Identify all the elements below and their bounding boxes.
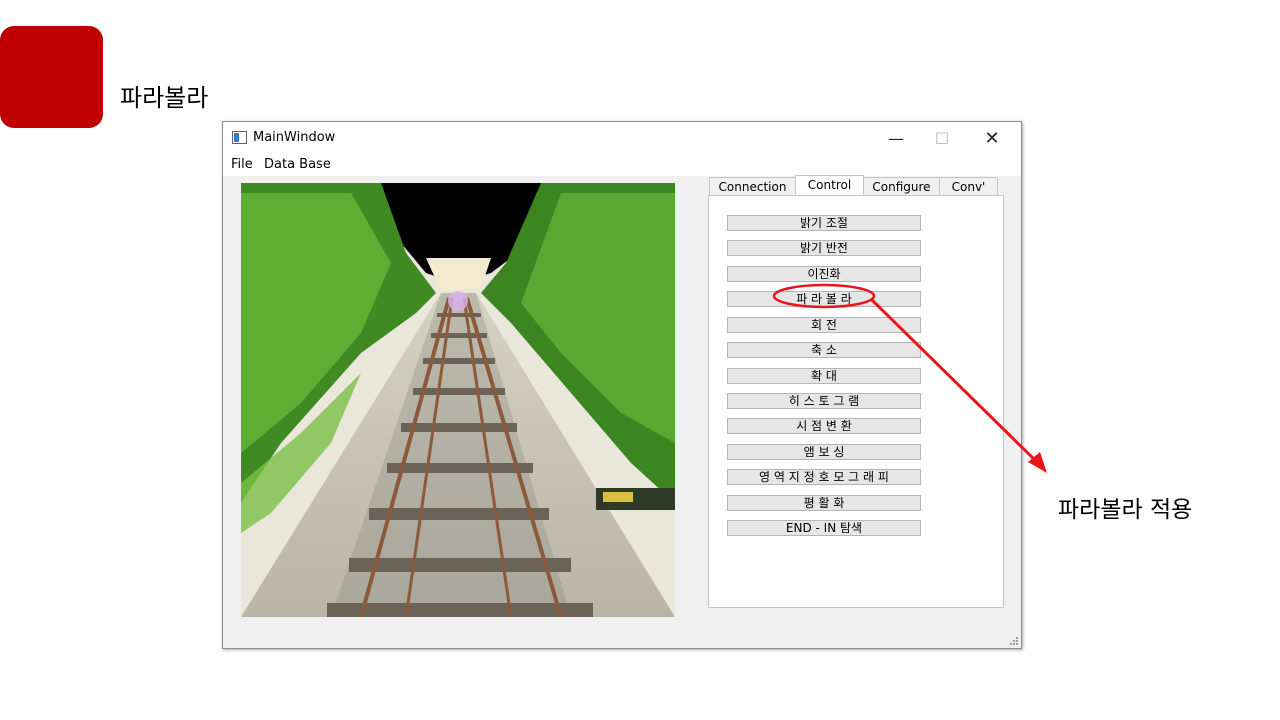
title-bar[interactable]: MainWindow — ☐ ✕: [223, 122, 1021, 154]
binarize-button[interactable]: 이진화: [727, 266, 921, 282]
railway-image: [241, 183, 675, 617]
callout-label: 파라볼라 적용: [1058, 497, 1193, 523]
menu-file[interactable]: File: [231, 157, 253, 172]
rotate-button[interactable]: 회 전: [727, 317, 921, 333]
red-accent-block: [0, 26, 103, 128]
histogram-button[interactable]: 히 스 토 그 램: [727, 393, 921, 409]
embossing-button[interactable]: 앰 보 싱: [727, 444, 921, 460]
tab-control[interactable]: Control: [795, 175, 864, 196]
shrink-button[interactable]: 축 소: [727, 342, 921, 358]
arrow-head-icon: [1028, 452, 1047, 473]
app-window-icon: [232, 131, 247, 144]
brightness-adjust-button[interactable]: 밝기 조절: [727, 215, 921, 231]
slide-title: 파라볼라: [120, 84, 209, 112]
control-panel: 밝기 조절 밝기 반전 이진화 파 라 볼 라 회 전 축 소 확 대 히 스 …: [708, 195, 1004, 608]
parabola-button[interactable]: 파 라 볼 라: [727, 291, 921, 307]
tab-connection[interactable]: Connection: [709, 177, 796, 196]
minimize-button[interactable]: —: [873, 122, 919, 154]
menu-bar: File Data Base: [223, 154, 1021, 176]
tab-conv[interactable]: Conv': [939, 177, 998, 196]
brightness-invert-button[interactable]: 밝기 반전: [727, 240, 921, 256]
equalize-button[interactable]: 평 활 화: [727, 495, 921, 511]
enlarge-button[interactable]: 확 대: [727, 368, 921, 384]
maximize-button[interactable]: ☐: [919, 122, 965, 154]
window-title: MainWindow: [253, 130, 336, 145]
perspective-transform-button[interactable]: 시 점 변 환: [727, 418, 921, 434]
menu-database[interactable]: Data Base: [264, 157, 331, 172]
close-button[interactable]: ✕: [969, 122, 1015, 154]
tab-configure[interactable]: Configure: [863, 177, 940, 196]
main-window: MainWindow — ☐ ✕ File Data Base Connecti…: [222, 121, 1022, 649]
end-in-search-button[interactable]: END - IN 탐색: [727, 520, 921, 536]
region-homography-button[interactable]: 영 역 지 정 호 모 그 래 피: [727, 469, 921, 485]
resize-grip-icon[interactable]: [1009, 636, 1019, 646]
image-view: [241, 183, 675, 617]
